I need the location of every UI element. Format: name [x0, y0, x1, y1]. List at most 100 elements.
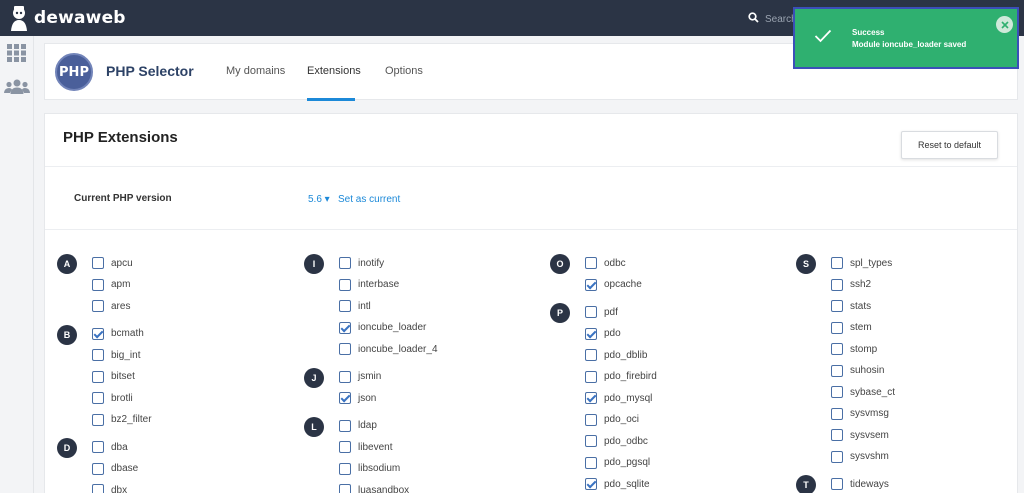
tab-extensions[interactable]: Extensions	[307, 65, 361, 77]
extension-checkbox[interactable]	[339, 370, 351, 383]
extension-checkbox[interactable]	[339, 300, 351, 312]
extension-checkbox[interactable]	[92, 441, 104, 453]
extension-item-pdo-odbc[interactable]: pdo_odbc	[585, 434, 648, 448]
extension-item-sysvmsg[interactable]: sysvmsg	[831, 407, 889, 421]
extension-checkbox[interactable]	[831, 386, 843, 398]
extension-checkbox[interactable]	[92, 257, 104, 269]
extension-item-apcu[interactable]: apcu	[92, 256, 133, 270]
extension-item-dbase[interactable]: dbase	[92, 462, 138, 476]
extension-item-stomp[interactable]: stomp	[831, 342, 877, 356]
extension-checkbox[interactable]	[831, 450, 843, 463]
extension-checkbox[interactable]	[339, 419, 351, 432]
extension-item-ioncube-loader-4[interactable]: ioncube_loader_4	[339, 342, 438, 356]
extension-checkbox[interactable]	[92, 392, 104, 404]
extension-item-pdo[interactable]: pdo	[585, 327, 621, 341]
extension-item-jsmin[interactable]: jsmin	[339, 370, 381, 384]
extension-item-suhosin[interactable]: suhosin	[831, 364, 884, 378]
extension-checkbox[interactable]	[585, 349, 597, 361]
extension-item-tideways[interactable]: tideways	[831, 477, 889, 491]
extension-item-sysvshm[interactable]: sysvshm	[831, 450, 889, 464]
extension-checkbox[interactable]	[339, 462, 351, 475]
extension-checkbox[interactable]	[92, 413, 104, 426]
extension-item-dbx[interactable]: dbx	[92, 483, 127, 493]
extension-checkbox[interactable]	[339, 278, 351, 291]
extension-checkbox[interactable]	[92, 370, 104, 383]
extension-item-ldap[interactable]: ldap	[339, 419, 377, 433]
set-as-current-link[interactable]: Set as current	[338, 194, 400, 205]
extension-checkbox[interactable]	[92, 484, 104, 493]
extension-item-pdo-sqlite[interactable]: pdo_sqlite	[585, 477, 650, 491]
extension-item-pdo-mysql[interactable]: pdo_mysql	[585, 391, 652, 405]
extension-checkbox[interactable]	[831, 321, 843, 334]
extension-checkbox[interactable]	[585, 478, 597, 490]
extension-checkbox[interactable]	[585, 435, 597, 447]
extension-item-pdo-dblib[interactable]: pdo_dblib	[585, 348, 647, 362]
extension-item-brotli[interactable]: brotli	[92, 391, 133, 405]
extension-checkbox[interactable]	[831, 429, 843, 441]
extension-item-inotify[interactable]: inotify	[339, 256, 384, 270]
extension-item-pdf[interactable]: pdf	[585, 305, 618, 319]
extension-checkbox[interactable]	[339, 321, 351, 334]
extension-checkbox[interactable]	[585, 327, 597, 340]
extension-item-opcache[interactable]: opcache	[585, 278, 642, 292]
extension-checkbox[interactable]	[339, 257, 351, 269]
extension-item-stem[interactable]: stem	[831, 321, 872, 335]
extension-item-big-int[interactable]: big_int	[92, 348, 140, 362]
extension-checkbox[interactable]	[92, 300, 104, 312]
extension-item-bz2-filter[interactable]: bz2_filter	[92, 413, 152, 427]
extension-item-bitset[interactable]: bitset	[92, 370, 135, 384]
extension-item-sybase-ct[interactable]: sybase_ct	[831, 385, 895, 399]
extension-checkbox[interactable]	[831, 478, 843, 490]
brand-logo[interactable]: dewaweb	[6, 4, 126, 32]
extension-item-sysvsem[interactable]: sysvsem	[831, 428, 889, 442]
extension-checkbox[interactable]	[339, 392, 351, 404]
extension-item-dba[interactable]: dba	[92, 440, 128, 454]
search-box[interactable]: Search	[748, 10, 797, 28]
extension-item-ioncube-loader[interactable]: ioncube_loader	[339, 321, 426, 335]
tab-my-domains[interactable]: My domains	[226, 65, 285, 77]
extension-item-intl[interactable]: intl	[339, 299, 371, 313]
extension-item-libsodium[interactable]: libsodium	[339, 462, 400, 476]
extension-checkbox[interactable]	[92, 327, 104, 340]
reset-to-default-button[interactable]: Reset to default	[901, 131, 998, 159]
extension-checkbox[interactable]	[339, 343, 351, 355]
extension-checkbox[interactable]	[585, 306, 597, 318]
extension-checkbox[interactable]	[585, 370, 597, 383]
extension-checkbox[interactable]	[831, 407, 843, 420]
extension-item-luasandbox[interactable]: luasandbox	[339, 483, 409, 493]
extension-checkbox[interactable]	[92, 278, 104, 291]
extension-checkbox[interactable]	[831, 278, 843, 291]
extension-item-pdo-firebird[interactable]: pdo_firebird	[585, 370, 657, 384]
extension-checkbox[interactable]	[585, 257, 597, 269]
extension-checkbox[interactable]	[831, 364, 843, 377]
extension-item-stats[interactable]: stats	[831, 299, 871, 313]
extension-checkbox[interactable]	[92, 462, 104, 475]
extension-checkbox[interactable]	[831, 343, 843, 355]
toast-close-button[interactable]	[996, 16, 1013, 33]
extension-item-spl-types[interactable]: spl_types	[831, 256, 892, 270]
php-version-dropdown[interactable]: 5.6 ▾	[308, 194, 330, 205]
apps-grid-icon[interactable]	[6, 44, 28, 67]
extension-item-json[interactable]: json	[339, 391, 376, 405]
extension-checkbox[interactable]	[585, 456, 597, 469]
tab-options[interactable]: Options	[385, 65, 423, 77]
extension-checkbox[interactable]	[585, 392, 597, 404]
extension-item-pdo-oci[interactable]: pdo_oci	[585, 413, 639, 427]
extension-item-interbase[interactable]: interbase	[339, 278, 399, 292]
search-input[interactable]: Search	[765, 14, 797, 25]
extension-checkbox[interactable]	[585, 278, 597, 291]
extension-checkbox[interactable]	[585, 413, 597, 426]
users-icon[interactable]	[4, 79, 30, 100]
extension-item-bcmath[interactable]: bcmath	[92, 327, 144, 341]
extension-item-ssh2[interactable]: ssh2	[831, 278, 871, 292]
extension-checkbox[interactable]	[831, 257, 843, 269]
extension-item-pdo-pgsql[interactable]: pdo_pgsql	[585, 456, 650, 470]
extension-checkbox[interactable]	[339, 484, 351, 493]
extension-item-odbc[interactable]: odbc	[585, 256, 626, 270]
extension-item-ares[interactable]: ares	[92, 299, 130, 313]
extension-checkbox[interactable]	[339, 441, 351, 453]
extension-item-libevent[interactable]: libevent	[339, 440, 392, 454]
extension-checkbox[interactable]	[831, 300, 843, 312]
extension-item-apm[interactable]: apm	[92, 278, 130, 292]
extension-checkbox[interactable]	[92, 349, 104, 361]
